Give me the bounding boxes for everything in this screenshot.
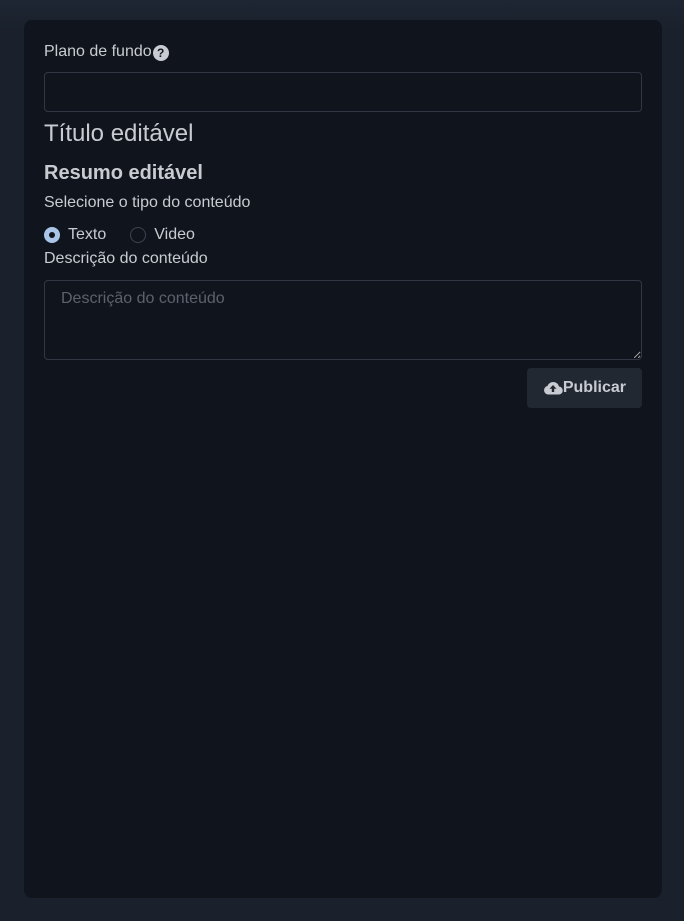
radio-video[interactable] xyxy=(130,227,147,243)
editable-title[interactable]: Título editável xyxy=(44,120,642,148)
radio-video-label: Video xyxy=(154,226,195,243)
background-field-label: Plano de fundo ? xyxy=(44,40,642,64)
radio-text-label: Texto xyxy=(68,226,107,243)
description-textarea[interactable] xyxy=(44,280,642,360)
background-input[interactable] xyxy=(44,72,642,112)
editable-summary[interactable]: Resumo editável xyxy=(44,162,642,184)
description-label: Descrição do conteúdo xyxy=(44,250,208,267)
radio-option-text[interactable]: Texto xyxy=(44,226,106,244)
form-actions: Publicar xyxy=(44,368,642,408)
publish-label: Publicar xyxy=(562,379,626,396)
content-type-radio-group: Texto Video xyxy=(44,224,642,246)
radio-option-video[interactable]: Video xyxy=(130,226,195,244)
publish-button[interactable]: Publicar xyxy=(526,368,642,408)
editor-card: Plano de fundo ? Título editável Resumo … xyxy=(24,20,662,898)
help-icon[interactable]: ? xyxy=(152,45,169,61)
cloud-upload-icon xyxy=(543,381,563,395)
content-type-label: Selecione o tipo do conteúdo xyxy=(44,194,251,211)
background-label-text: Plano de fundo xyxy=(44,43,152,60)
radio-text[interactable] xyxy=(44,227,60,243)
